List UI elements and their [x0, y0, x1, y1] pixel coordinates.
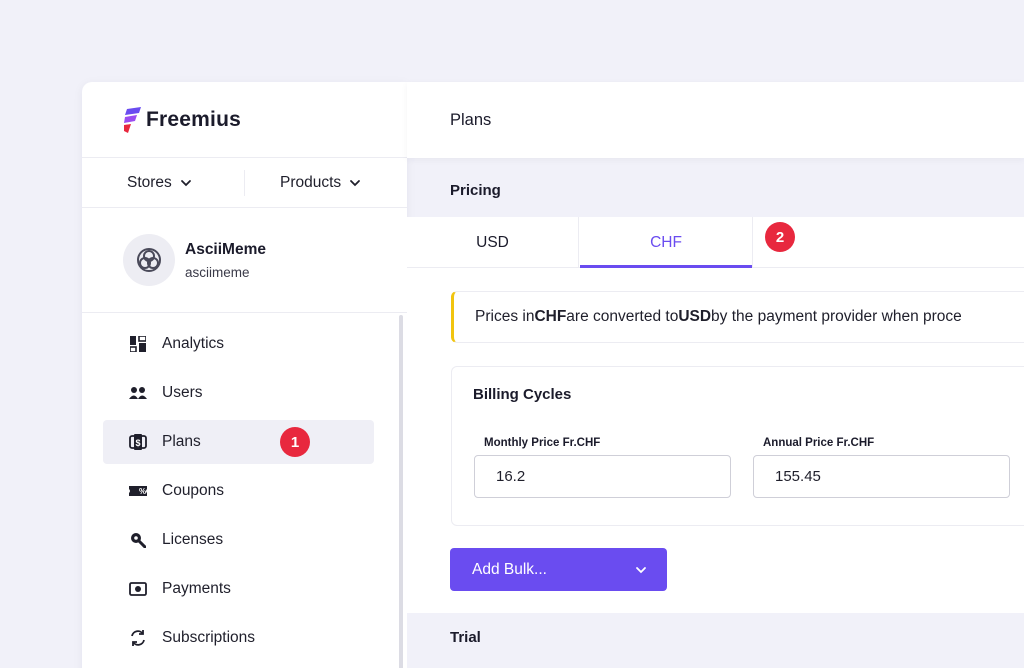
- sidebar-item-subscriptions[interactable]: Subscriptions: [103, 616, 374, 660]
- pricing-section-label: Pricing: [450, 182, 501, 199]
- sidebar-menu: Analytics Users $ Plans 1 % Coupons Lice…: [103, 322, 374, 665]
- currency-tabs: USD CHF 2: [407, 217, 1024, 269]
- top-nav: Stores Products: [82, 158, 407, 208]
- subscriptions-icon: [129, 629, 147, 647]
- svg-text:%: %: [139, 487, 146, 496]
- payments-icon: [129, 580, 147, 598]
- sidebar-item-label: Analytics: [162, 335, 225, 352]
- chevron-down-icon: [350, 179, 361, 186]
- sidebar-item-payments[interactable]: Payments: [103, 567, 374, 611]
- sidebar-item-label: Subscriptions: [162, 629, 256, 646]
- notice-currency-to: USD: [678, 308, 712, 325]
- billing-cycles-title: Billing Cycles: [473, 386, 572, 403]
- sidebar-item-label: Coupons: [162, 482, 225, 499]
- sidebar: Freemius Stores Products AsciiMeme ascii…: [82, 82, 407, 668]
- page-title: Plans: [450, 110, 492, 129]
- add-bulk-button[interactable]: Add Bulk...: [450, 548, 667, 591]
- notice-text-mid: are converted to: [566, 308, 679, 325]
- add-bulk-label: Add Bulk...: [472, 560, 547, 578]
- logo[interactable]: Freemius: [82, 82, 407, 158]
- coupons-icon: %: [129, 482, 147, 500]
- product-slug: asciimeme: [185, 264, 250, 280]
- avatar: [123, 234, 175, 286]
- currency-notice: Prices in CHF are converted to USD by th…: [451, 291, 1024, 343]
- sidebar-item-label: Users: [162, 384, 203, 401]
- key-icon: [129, 531, 147, 549]
- users-icon: [129, 384, 147, 402]
- sidebar-item-analytics[interactable]: Analytics: [103, 322, 374, 366]
- trial-section: [407, 613, 1024, 668]
- tab-label: CHF: [650, 233, 682, 251]
- product-selector[interactable]: AsciiMeme asciimeme: [82, 208, 407, 313]
- step-badge-1: 1: [280, 427, 310, 457]
- annual-price-label: Annual Price Fr.CHF: [763, 437, 875, 449]
- freemius-logo-icon: [124, 106, 141, 133]
- chevron-down-icon: [636, 567, 646, 574]
- sidebar-item-label: Licenses: [162, 531, 224, 548]
- sidebar-item-plans[interactable]: $ Plans 1: [103, 420, 374, 464]
- product-logo-icon: [137, 248, 161, 272]
- product-name: AsciiMeme: [185, 240, 266, 258]
- nav-divider: [244, 170, 245, 196]
- step-badge-2: 2: [765, 222, 795, 252]
- billing-cycles-card: Billing Cycles Monthly Price Fr.CHF Annu…: [451, 366, 1024, 526]
- sidebar-item-label: Plans: [162, 433, 201, 450]
- sidebar-item-licenses[interactable]: Licenses: [103, 518, 374, 562]
- monthly-price-label: Monthly Price Fr.CHF: [484, 437, 601, 449]
- products-dropdown[interactable]: Products: [280, 174, 361, 192]
- analytics-icon: [129, 335, 147, 353]
- chevron-down-icon: [180, 179, 191, 186]
- products-label: Products: [280, 173, 342, 191]
- sidebar-scrollbar[interactable]: [399, 315, 403, 668]
- sidebar-item-coupons[interactable]: % Coupons: [103, 469, 374, 513]
- notice-text-post: by the payment provider when proce: [711, 308, 962, 325]
- notice-currency-from: CHF: [534, 308, 567, 325]
- trial-section-label: Trial: [450, 629, 481, 646]
- sidebar-item-users[interactable]: Users: [103, 371, 374, 415]
- tab-label: USD: [476, 233, 509, 251]
- monthly-price-input[interactable]: [474, 455, 731, 498]
- product-info: AsciiMeme asciimeme: [185, 241, 266, 280]
- sidebar-item-label: Payments: [162, 580, 231, 597]
- plans-icon: $: [129, 433, 147, 451]
- tab-usd[interactable]: USD: [407, 217, 579, 268]
- logo-text: Freemius: [146, 107, 241, 131]
- page-header: Plans: [407, 82, 1024, 158]
- annual-price-input[interactable]: [753, 455, 1010, 498]
- stores-dropdown[interactable]: Stores: [127, 174, 192, 192]
- notice-text-pre: Prices in: [475, 308, 535, 325]
- stores-label: Stores: [127, 173, 172, 191]
- svg-text:$: $: [135, 438, 140, 448]
- tab-chf[interactable]: CHF: [580, 217, 753, 269]
